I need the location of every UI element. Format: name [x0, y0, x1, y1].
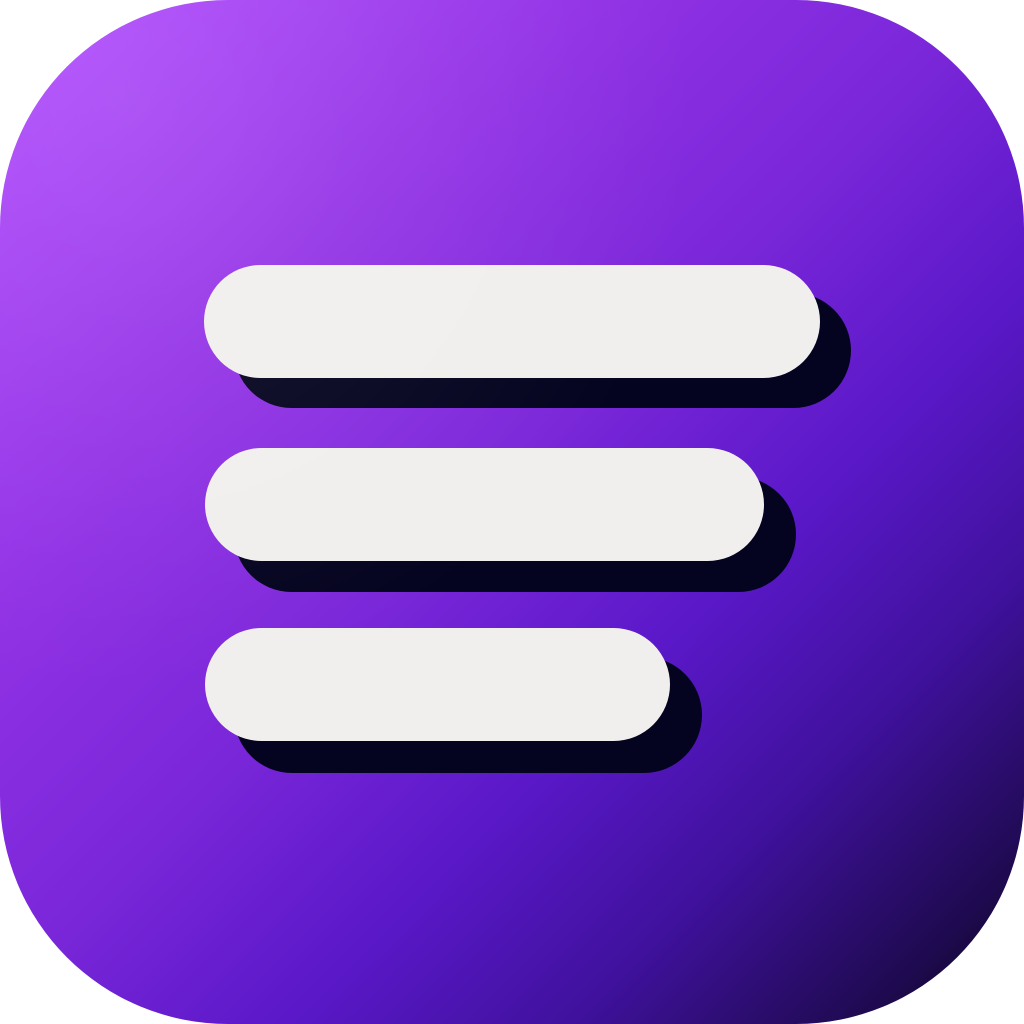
menu-line-top-bar	[204, 265, 820, 378]
canvas	[0, 0, 1024, 1024]
menu-line-middle-bar	[205, 448, 764, 561]
app-icon[interactable]	[0, 0, 1024, 1024]
menu-line-bottom-bar	[205, 628, 670, 741]
